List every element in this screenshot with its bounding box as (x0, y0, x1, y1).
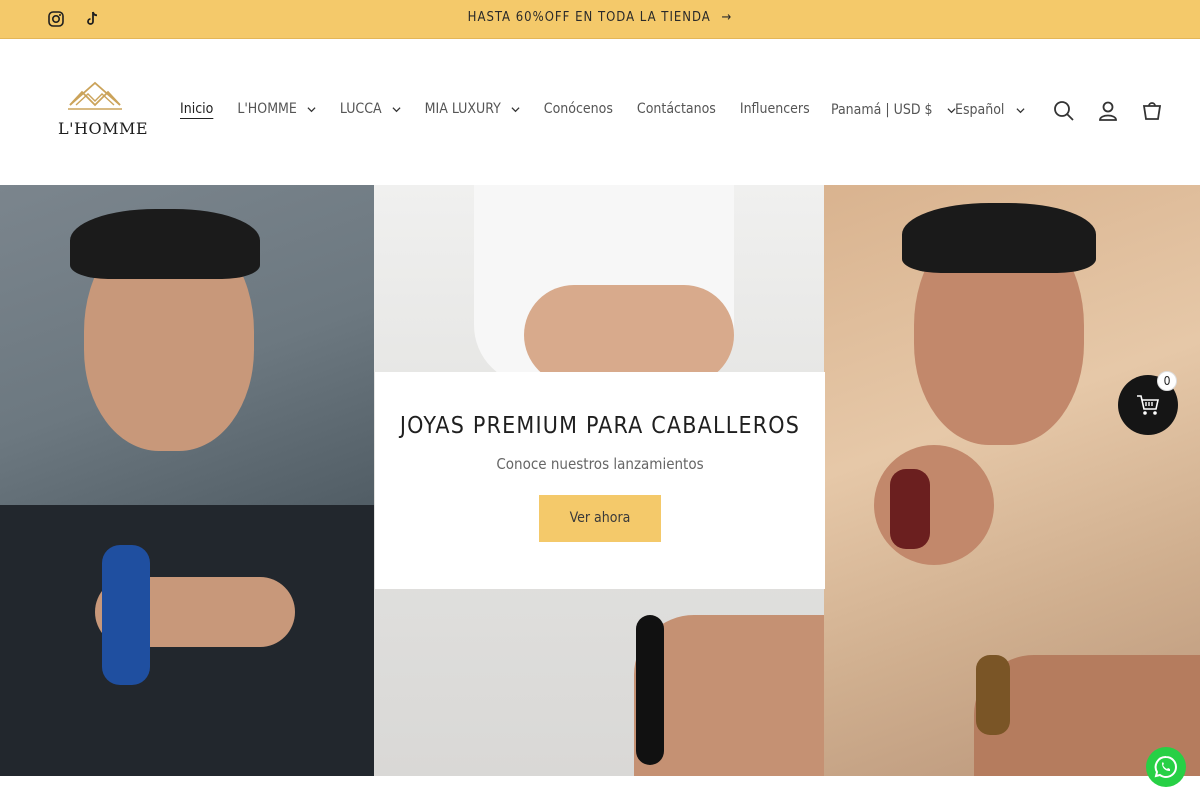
hero-banner: JOYAS PREMIUM PARA CABALLEROS Conoce nue… (0, 185, 1200, 776)
nav-lucca[interactable]: LUCCA (340, 101, 401, 117)
search-icon (1054, 101, 1074, 121)
hero-title: JOYAS PREMIUM PARA CABALLEROS (399, 413, 801, 439)
nav-label: L'HOMME (237, 101, 297, 117)
header-tools: Panamá | USD $ Español (820, 91, 1200, 131)
nav-label: Conócenos (543, 101, 613, 117)
country-selector[interactable]: Panamá | USD $ (831, 102, 956, 118)
ver-ahora-button[interactable]: Ver ahora (539, 495, 661, 542)
nav-contactanos[interactable]: Contáctanos (637, 101, 716, 117)
cart-icon (1142, 102, 1162, 120)
hero-subtitle: Conoce nuestros lanzamientos (496, 455, 704, 473)
hero-image-right (824, 185, 1200, 776)
nav-influencers[interactable]: Influencers (740, 101, 810, 117)
arrow-right-icon: → (721, 10, 733, 25)
nav-lhomme[interactable]: L'HOMME (237, 101, 316, 117)
site-header: L'HOMME Inicio L'HOMME LUCCA MIA LUXURY … (0, 39, 1200, 185)
nav-inicio[interactable]: Inicio (180, 101, 213, 117)
language-selector[interactable]: Español (955, 102, 1025, 118)
nav-label: Influencers (739, 101, 810, 117)
search-button[interactable] (1052, 99, 1076, 123)
chevron-down-icon (392, 106, 401, 112)
promo-link[interactable]: HASTA 60%OFF EN TODA LA TIENDA → (0, 10, 1200, 25)
language-label: Español (955, 102, 1005, 118)
country-label: Panamá | USD $ (831, 102, 933, 118)
whatsapp-icon (1154, 755, 1177, 779)
hero-image-left (0, 185, 374, 776)
crown-logo-icon (68, 81, 122, 110)
hero-card: JOYAS PREMIUM PARA CABALLEROS Conoce nue… (375, 372, 825, 589)
shopping-cart-icon (1137, 395, 1159, 415)
account-icon (1099, 101, 1117, 121)
chevron-down-icon (1016, 107, 1025, 113)
nav-label: LUCCA (339, 101, 382, 117)
chevron-down-icon (511, 106, 520, 112)
nav-label: Contáctanos (636, 101, 716, 117)
promo-text: HASTA 60%OFF EN TODA LA TIENDA (467, 10, 711, 25)
cart-button[interactable] (1140, 99, 1164, 123)
logo[interactable]: L'HOMME (58, 81, 149, 138)
whatsapp-button[interactable] (1146, 747, 1186, 787)
announcement-bar: HASTA 60%OFF EN TODA LA TIENDA → (0, 0, 1200, 39)
cart-count-badge: 0 (1157, 371, 1177, 391)
logo-text: L'HOMME (58, 119, 149, 138)
nav-label: Inicio (180, 101, 214, 117)
account-button[interactable] (1096, 99, 1120, 123)
nav-conocenos[interactable]: Conócenos (544, 101, 613, 117)
nav-mia-luxury[interactable]: MIA LUXURY (425, 101, 520, 117)
main-nav: Inicio L'HOMME LUCCA MIA LUXURY Conóceno… (180, 101, 810, 117)
chevron-down-icon (307, 106, 316, 112)
nav-label: MIA LUXURY (424, 101, 501, 117)
